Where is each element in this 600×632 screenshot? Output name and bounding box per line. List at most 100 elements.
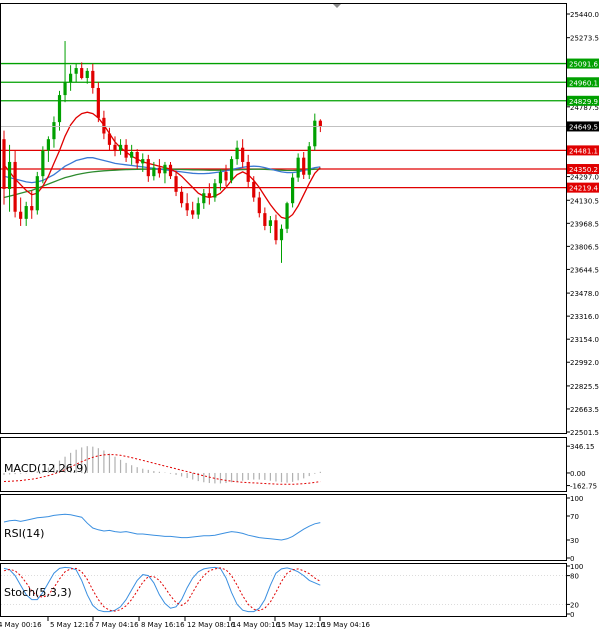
candle-body (224, 171, 228, 181)
price-level-label: 25091.6 (569, 61, 598, 69)
candle-body (107, 133, 112, 145)
price-level-label: 24219.4 (569, 185, 598, 193)
candle-body (41, 150, 45, 177)
y-tick-label: -162.75 (570, 483, 597, 491)
candle (96, 82, 100, 123)
candle-body (91, 70, 95, 88)
candle-body (213, 183, 217, 198)
x-tick-label: 12 May 08:16 (187, 621, 236, 629)
y-tick-label: 23644.5 (570, 266, 599, 274)
y-tick-label: 23316.0 (570, 313, 599, 321)
stoch-label: Stoch(5,3,3) (4, 586, 72, 599)
candle-body (135, 151, 139, 164)
candle-body (229, 159, 234, 181)
candle-body (291, 177, 295, 204)
candle (35, 171, 39, 215)
y-tick-label: 23478.0 (570, 290, 599, 298)
candle-body (174, 176, 178, 192)
candle-body (285, 203, 289, 229)
y-tick-label: 23968.5 (570, 220, 599, 228)
y-tick-label: 25273.5 (570, 35, 599, 43)
y-tick-label: 23154.0 (570, 336, 599, 344)
candle-body (130, 151, 134, 158)
y-tick-label: 22663.5 (570, 406, 599, 414)
candle-body (318, 120, 322, 127)
x-tick-label: 7 May 04:16 (95, 621, 139, 629)
y-tick-label: 30 (570, 537, 579, 545)
candle-body (96, 87, 100, 118)
rsi-panel-frame (0, 494, 567, 561)
y-tick-label: 22992.0 (570, 359, 599, 367)
candle-body (246, 161, 250, 182)
x-tick-label: 15 May 12:16 (277, 621, 326, 629)
x-tick-label: 14 May 00:16 (232, 621, 281, 629)
candle-body (274, 220, 278, 241)
candle-body (7, 161, 12, 189)
candle-body (268, 220, 272, 226)
y-tick-label: 0 (570, 611, 574, 619)
y-tick-label: 23806.5 (570, 243, 599, 251)
candle-body (180, 191, 184, 204)
candle-body (2, 139, 6, 189)
price-level-label: 24350.2 (569, 166, 598, 174)
y-tick-label: 24297.0 (570, 174, 599, 182)
macd-label: MACD(12,26,9) (4, 462, 88, 475)
candle-body (124, 144, 128, 158)
candle-body (19, 211, 23, 219)
candle-body (102, 117, 106, 134)
candle-body (168, 164, 173, 177)
x-tick-label: 19 May 04:16 (322, 621, 371, 629)
candle-body (235, 147, 239, 160)
y-tick-label: 100 (570, 495, 583, 503)
candle-body (152, 167, 156, 177)
candle-body (30, 206, 34, 211)
candle (291, 173, 295, 208)
x-tick-label: 4 May 00:16 (0, 621, 42, 629)
y-tick-label: 100 (570, 563, 583, 571)
candle-body (279, 228, 284, 241)
y-tick-label: 80 (570, 573, 579, 581)
candle-body (57, 95, 62, 123)
candle-body (63, 82, 67, 96)
y-tick-label: 0.00 (570, 470, 586, 478)
candle-body (85, 70, 89, 79)
candle (229, 156, 234, 184)
candle-body (35, 176, 39, 211)
candle-body (263, 213, 267, 226)
x-tick-label: 8 May 16:16 (141, 621, 185, 629)
candle-body (252, 181, 256, 198)
y-tick-label: 70 (570, 513, 579, 521)
candle-body (74, 68, 78, 74)
y-tick-label: 24130.5 (570, 197, 599, 205)
candle-body (46, 139, 50, 151)
candle-body (69, 73, 73, 83)
candle-body (185, 203, 189, 211)
y-tick-label: 0 (570, 555, 574, 563)
y-tick-label: 20 (570, 601, 579, 609)
candle-body (118, 144, 123, 151)
y-tick-label: 22501.5 (570, 429, 599, 437)
candle-body (157, 167, 161, 174)
price-level-label: 24829.9 (569, 98, 598, 106)
y-tick-label: 346.15 (570, 443, 595, 451)
candle-body (207, 193, 211, 198)
x-tick-label: 5 May 12:16 (50, 621, 94, 629)
candle-body (218, 171, 223, 184)
candle-body (52, 122, 56, 140)
candle-body (24, 206, 28, 219)
candle-body (146, 159, 150, 177)
candle-body (313, 120, 317, 147)
candle-body (202, 193, 206, 204)
candle-body (307, 146, 311, 175)
price-level-label: 24481.1 (569, 147, 598, 155)
y-tick-label: 25440.0 (570, 11, 599, 19)
y-tick-label: 22825.5 (570, 383, 599, 391)
candle-body (141, 159, 145, 164)
trading-chart: 25440.025273.524787.524297.024130.523968… (0, 3, 599, 629)
candle-body (113, 144, 117, 151)
candle-body (257, 197, 261, 214)
candle-body (191, 210, 195, 215)
candle-body (296, 157, 300, 178)
rsi-label: RSI(14) (4, 527, 44, 540)
price-level-label: 24960.1 (569, 79, 598, 87)
